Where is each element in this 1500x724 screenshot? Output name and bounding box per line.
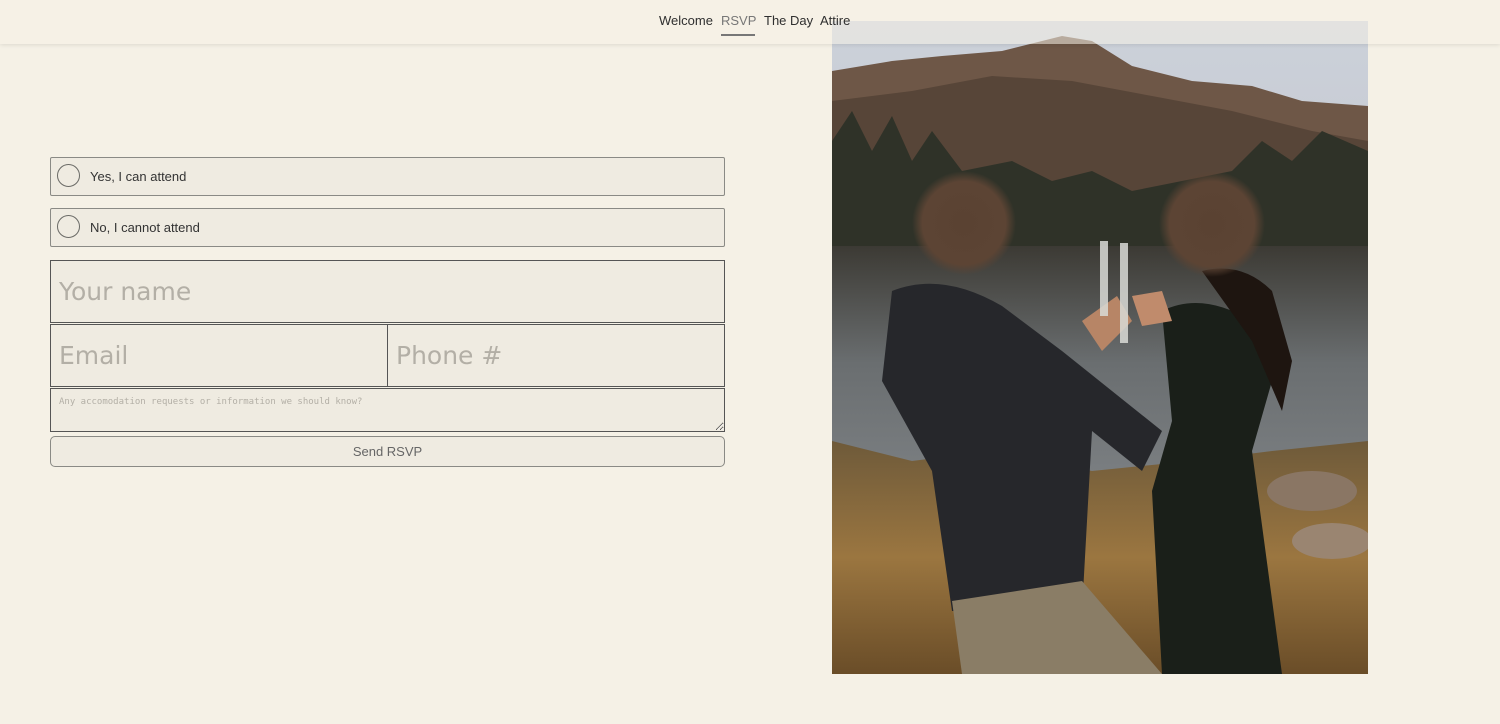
attend-yes-label: Yes, I can attend [90,169,187,184]
accommodation-notes-textarea[interactable] [50,388,725,432]
attend-no-option[interactable]: No, I cannot attend [50,208,725,247]
nav-link-attire[interactable]: Attire [820,13,850,28]
nav-link-welcome[interactable]: Welcome [659,13,713,28]
email-input[interactable] [50,324,388,387]
couple-photo [832,21,1368,674]
couple-photo-illustration [832,21,1368,674]
top-nav: Welcome RSVP The Day Attire [0,0,1500,44]
attend-no-radio[interactable] [57,215,80,238]
send-rsvp-button[interactable]: Send RSVP [50,436,725,467]
name-input[interactable] [50,260,725,323]
attend-yes-radio[interactable] [57,164,80,187]
active-nav-indicator [721,34,755,36]
attend-no-label: No, I cannot attend [90,220,200,235]
phone-input[interactable] [387,324,725,387]
nav-link-the-day[interactable]: The Day [764,13,813,28]
attend-yes-option[interactable]: Yes, I can attend [50,157,725,196]
rsvp-page: Welcome RSVP The Day Attire Yes, I can a… [0,0,1500,724]
nav-link-rsvp[interactable]: RSVP [721,13,756,28]
